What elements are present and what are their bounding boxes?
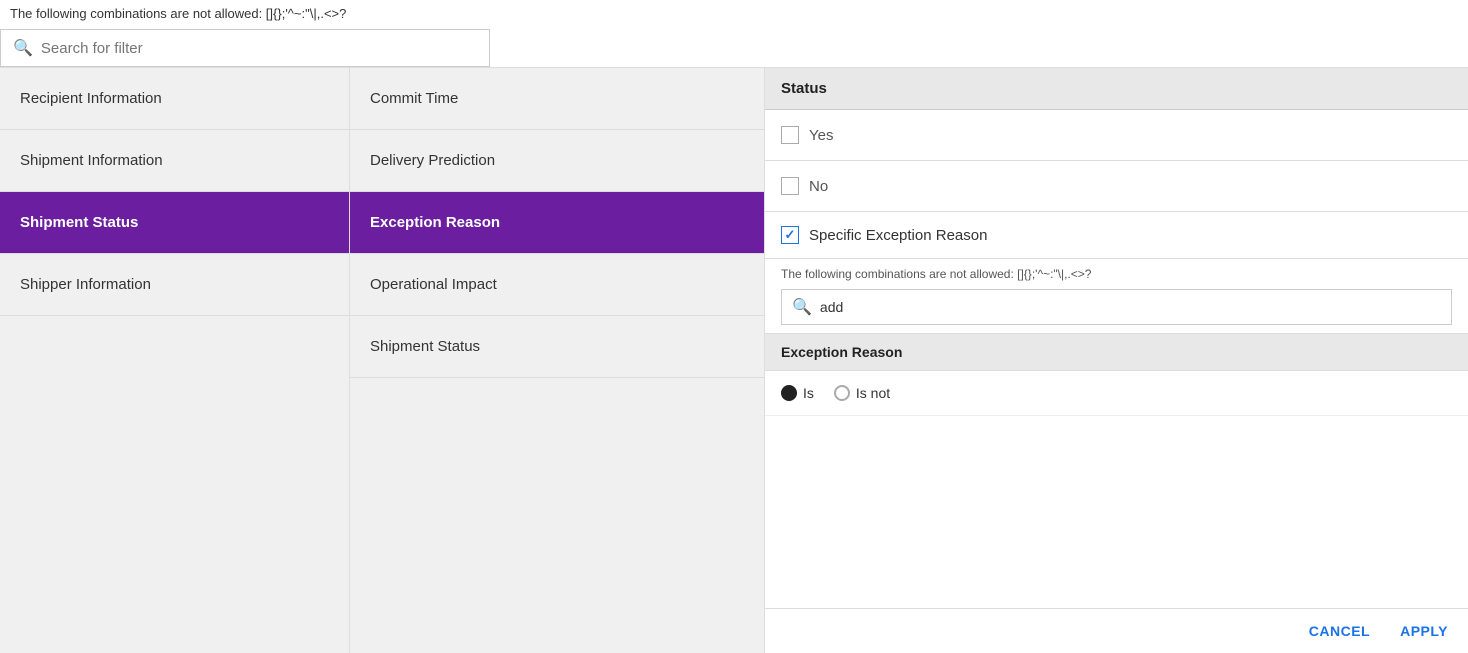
- middle-column: Commit Time Delivery Prediction Exceptio…: [350, 68, 765, 653]
- no-label[interactable]: No: [809, 178, 828, 195]
- radio-is-not-option[interactable]: Is not: [834, 385, 890, 401]
- yes-checkbox-row[interactable]: Yes: [765, 110, 1468, 161]
- exception-reason-header: Exception Reason: [765, 333, 1468, 371]
- specific-exception-checkbox[interactable]: [781, 226, 799, 244]
- sub-search-bar: 🔍: [781, 289, 1452, 325]
- radio-is-filled-dot: [781, 385, 797, 401]
- search-bar: 🔍: [0, 29, 490, 67]
- radio-is-not-label: Is not: [856, 385, 890, 401]
- left-column: Recipient Information Shipment Informati…: [0, 68, 350, 653]
- apply-button[interactable]: APPLY: [1400, 623, 1448, 639]
- content-area: Recipient Information Shipment Informati…: [0, 67, 1468, 653]
- category-recipient-information[interactable]: Recipient Information: [0, 68, 349, 130]
- radio-is-option[interactable]: Is: [781, 385, 814, 401]
- subcategory-delivery-prediction[interactable]: Delivery Prediction: [350, 130, 764, 192]
- main-container: The following combinations are not allow…: [0, 0, 1468, 653]
- search-icon: 🔍: [13, 38, 33, 58]
- no-checkbox[interactable]: [781, 177, 799, 195]
- right-panel: Status Yes No Specific Exception Reason …: [765, 68, 1468, 653]
- subcategory-shipment-status[interactable]: Shipment Status: [350, 316, 764, 378]
- yes-checkbox[interactable]: [781, 126, 799, 144]
- subcategory-operational-impact[interactable]: Operational Impact: [350, 254, 764, 316]
- category-shipper-information[interactable]: Shipper Information: [0, 254, 349, 316]
- subcategory-exception-reason[interactable]: Exception Reason: [350, 192, 764, 254]
- subcategory-commit-time[interactable]: Commit Time: [350, 68, 764, 130]
- category-shipment-information[interactable]: Shipment Information: [0, 130, 349, 192]
- radio-is-label: Is: [803, 385, 814, 401]
- no-checkbox-row[interactable]: No: [765, 161, 1468, 212]
- radio-row: Is Is not: [765, 371, 1468, 416]
- sub-warning-text: The following combinations are not allow…: [765, 259, 1468, 285]
- cancel-button[interactable]: CANCEL: [1309, 623, 1370, 639]
- radio-is-not-empty-dot: [834, 385, 850, 401]
- specific-exception-label[interactable]: Specific Exception Reason: [809, 227, 987, 244]
- bottom-actions: CANCEL APPLY: [765, 608, 1468, 653]
- category-shipment-status[interactable]: Shipment Status: [0, 192, 349, 254]
- sub-search-icon: 🔍: [792, 297, 812, 317]
- specific-exception-row[interactable]: Specific Exception Reason: [765, 212, 1468, 259]
- top-warning-text: The following combinations are not allow…: [0, 0, 1468, 25]
- yes-label[interactable]: Yes: [809, 127, 833, 144]
- search-input[interactable]: [41, 40, 477, 57]
- status-header: Status: [765, 68, 1468, 110]
- sub-search-input[interactable]: [820, 299, 1441, 315]
